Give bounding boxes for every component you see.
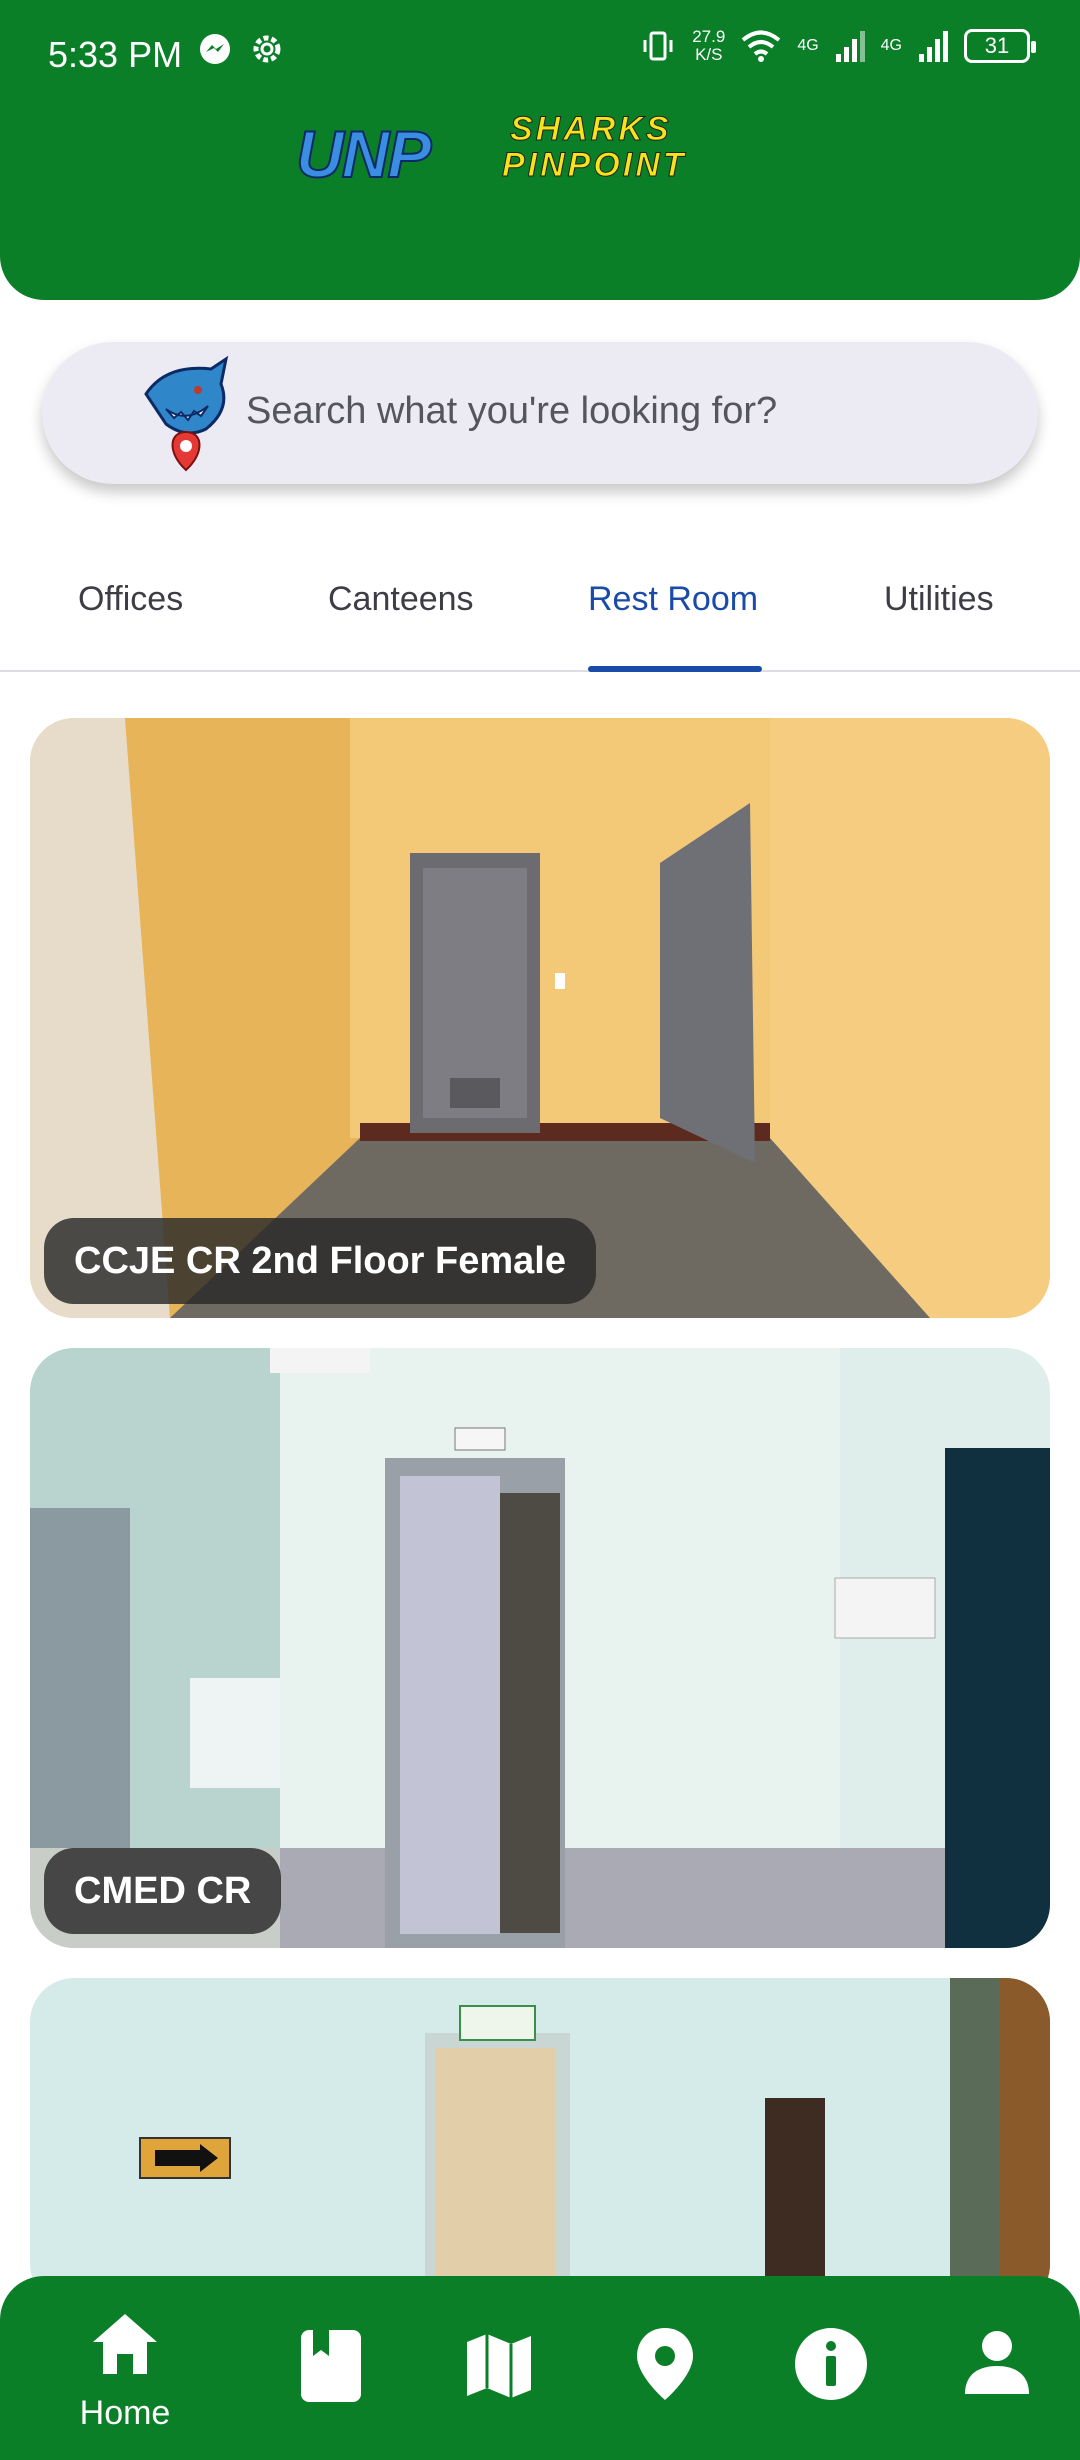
signal-icon	[835, 31, 865, 62]
status-bar: 5:33 PM 27.9 K/S 4G 4G 31	[0, 0, 1080, 110]
network-type-2: 4G	[880, 37, 902, 54]
search-bar[interactable]: Search what you're looking for?	[42, 342, 1038, 484]
logo-sharks-text: SHARKS	[510, 110, 672, 149]
vibrate-icon	[643, 31, 673, 61]
location-pin-icon	[637, 2328, 693, 2400]
location-card-title: CMED CR	[44, 1848, 282, 1934]
settings-gear-icon	[253, 35, 281, 63]
signal-icon	[919, 31, 948, 62]
tab-offices[interactable]: Offices	[78, 580, 183, 619]
shark-mascot-icon	[144, 355, 229, 472]
net-speed-indicator: 27.9 K/S	[692, 28, 725, 64]
battery-level: 31	[984, 33, 1010, 58]
active-tab-indicator	[588, 666, 762, 672]
restroom-list[interactable]: CCJE CR 2nd Floor Female CMED CR	[0, 700, 1080, 2280]
info-icon	[795, 2328, 867, 2400]
network-type-1: 4G	[797, 37, 819, 54]
logo-unp-text: UNP	[295, 116, 432, 192]
tab-rest-room[interactable]: Rest Room	[588, 580, 762, 619]
wifi-icon	[742, 30, 781, 62]
nav-locations[interactable]	[580, 2276, 750, 2460]
tab-canteens[interactable]: Canteens	[328, 580, 474, 619]
battery-indicator: 31	[964, 29, 1036, 63]
map-icon	[467, 2334, 531, 2398]
book-icon	[301, 2330, 361, 2402]
nav-directory[interactable]	[246, 2276, 416, 2460]
status-time: 5:33 PM	[48, 34, 183, 75]
app-logo: UNP SHARKS PINPOINT	[295, 108, 786, 193]
location-photo	[30, 1978, 1050, 2280]
nav-map[interactable]	[414, 2276, 584, 2460]
location-card[interactable]	[30, 1978, 1050, 2280]
home-icon	[93, 2314, 157, 2374]
category-tabs: Offices Canteens Rest Room Utilities	[0, 556, 1080, 672]
tab-utilities[interactable]: Utilities	[884, 580, 994, 619]
app-header: 5:33 PM 27.9 K/S 4G 4G 31 UNP SHARKS PIN…	[0, 0, 1080, 300]
logo-pinpoint-text: PINPOINT	[502, 146, 687, 185]
location-card[interactable]: CMED CR	[30, 1348, 1050, 1948]
nav-profile[interactable]	[912, 2276, 1080, 2460]
nav-home[interactable]: Home	[40, 2276, 210, 2460]
search-input[interactable]: Search what you're looking for?	[246, 390, 777, 433]
net-speed-unit: K/S	[695, 45, 723, 64]
nav-info[interactable]	[746, 2276, 916, 2460]
net-speed-value: 27.9	[692, 27, 726, 46]
location-card-title: CCJE CR 2nd Floor Female	[44, 1218, 596, 1304]
bottom-navigation: Home	[0, 2276, 1080, 2460]
messenger-icon	[200, 34, 230, 64]
location-card[interactable]: CCJE CR 2nd Floor Female	[30, 718, 1050, 1318]
profile-icon	[965, 2331, 1029, 2394]
nav-home-label: Home	[79, 2394, 171, 2432]
